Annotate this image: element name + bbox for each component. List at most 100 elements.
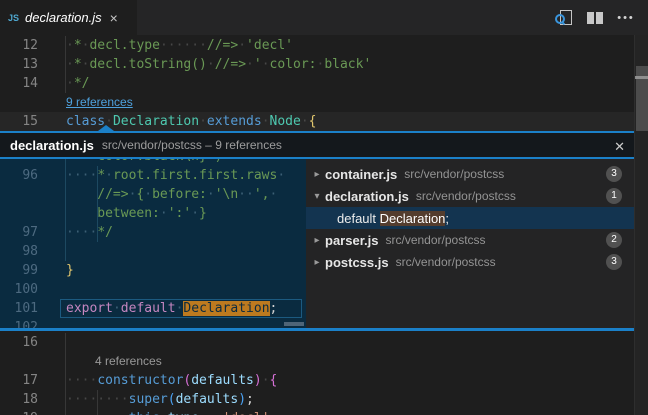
code-token: ; [246, 392, 254, 407]
line-number: 97 [0, 223, 38, 242]
chevron-collapsed-icon[interactable]: ▸ [311, 235, 323, 246]
tab-close-icon[interactable]: × [110, 11, 118, 25]
code-line: 96····*·root.first.first.raws· [0, 166, 306, 185]
code-token: ·· [238, 187, 254, 202]
code-token: Node [270, 114, 301, 129]
code-token: · [66, 38, 74, 53]
codelens-references-link[interactable]: 4 references [95, 352, 162, 371]
file-path: src/vendor/postcss [416, 189, 516, 203]
code-token: ········ [66, 392, 129, 407]
chevron-collapsed-icon[interactable]: ▸ [311, 169, 323, 180]
code-token: · [301, 114, 309, 129]
code-token: 'decl' [223, 411, 270, 415]
code-line: 102 [0, 318, 306, 328]
code-line: 100 [0, 280, 306, 299]
code-token: //=> [97, 187, 128, 202]
more-actions-icon[interactable]: ••• [617, 10, 635, 26]
peek-result-file-parser.js[interactable]: ▸parser.jssrc/vendor/postcss2 [306, 229, 634, 251]
code-token: ···· [66, 225, 97, 240]
code-token: · [66, 76, 74, 91]
code-line: 99} [0, 261, 306, 280]
code-token: * [74, 57, 82, 72]
code-token: ) [254, 373, 262, 388]
code-token: · [160, 206, 168, 221]
code-token: } [66, 263, 74, 278]
vscode-window: JS declaration.js × ••• 12·*·decl.type··… [0, 0, 648, 415]
code-token: type [168, 411, 199, 415]
code-token: · [207, 187, 215, 202]
peek-header: declaration.js src/vendor/postcss – 9 re… [0, 133, 634, 157]
codelens-references-link[interactable]: 9 references [66, 93, 133, 112]
code-token: ······ [160, 38, 207, 53]
references-peek-view: declaration.js src/vendor/postcss – 9 re… [0, 131, 634, 331]
chevron-collapsed-icon[interactable]: ▸ [311, 257, 323, 268]
current-line-border [60, 299, 302, 318]
code-token: //=> [207, 38, 238, 53]
code-token: * [97, 168, 105, 183]
code-token: · [262, 373, 270, 388]
code-token: · [207, 57, 215, 72]
reference-text: default Declaration; [337, 211, 449, 226]
code-line: 98 [0, 242, 306, 261]
peek-result-file-postcss.js[interactable]: ▸postcss.jssrc/vendor/postcss3 [306, 251, 634, 273]
code-token: · [262, 114, 270, 129]
line-number: 17 [0, 371, 38, 390]
peek-editor[interactable]: color:black\n}')96····*·root.first.first… [0, 159, 306, 328]
code-token: super [129, 392, 168, 407]
code-token: 'decl' [246, 38, 293, 53]
peek-title: declaration.js [10, 138, 94, 153]
split-editor-icon[interactable] [586, 10, 604, 26]
code-token: = [207, 411, 215, 415]
peek-result-file-declaration.js[interactable]: ▾declaration.jssrc/vendor/postcss1 [306, 185, 634, 207]
code-token: · [246, 57, 254, 72]
code-line: 101export·default·Declaration; [0, 299, 306, 318]
code-line: 12·*·decl.type······//=>·'decl' [0, 36, 634, 55]
code-token: */ [97, 225, 113, 240]
line-number: 15 [0, 112, 38, 131]
code-token: decl.type [89, 38, 159, 53]
code-token: constructor [97, 373, 183, 388]
chevron-expanded-icon[interactable]: ▾ [311, 191, 323, 202]
line-number: 14 [0, 74, 38, 93]
line-number: 13 [0, 55, 38, 74]
code-token: * [74, 38, 82, 53]
code-token: ( [168, 392, 176, 407]
editor-scrollbar[interactable] [634, 35, 648, 415]
editor-top[interactable]: 12·*·decl.type······//=>·'decl'13·*·decl… [0, 35, 634, 131]
search-in-document-icon[interactable] [555, 10, 573, 26]
code-token: defaults [176, 392, 239, 407]
tab-declaration-js[interactable]: JS declaration.js × [0, 0, 137, 35]
peek-close-icon[interactable]: ✕ [614, 135, 625, 159]
code-token: · [199, 114, 207, 129]
code-line: 15class·Declaration·extends·Node·{ [0, 112, 634, 131]
editor-bottom[interactable]: 164 references 17 ····constructor (defaults… [0, 331, 634, 415]
code-line: between:·':'·} [0, 204, 306, 223]
javascript-file-icon: JS [8, 13, 19, 23]
peek-result-reference[interactable]: default Declaration; [306, 207, 634, 229]
reference-count-badge: 1 [606, 188, 622, 204]
line-number: 19 [0, 409, 38, 415]
code-token: Declaration [113, 114, 199, 129]
code-token: ':' [168, 206, 191, 221]
peek-description: src/vendor/postcss – 9 references [102, 138, 282, 152]
code-line: 17····constructor(defaults)·{ [0, 371, 634, 390]
code-token: ···· [66, 168, 97, 183]
code-token: ) [238, 392, 246, 407]
code-token: before: [152, 187, 207, 202]
code-token: ···· [66, 373, 97, 388]
file-name: container.js [325, 167, 397, 182]
code-line: 16 [0, 333, 634, 352]
file-name: parser.js [325, 233, 379, 248]
code-token: ', [254, 187, 270, 202]
code-line: 13·*·decl.toString()·//=>·'·color:·black… [0, 55, 634, 74]
match-highlight: Declaration [380, 211, 446, 226]
code-line: //=>·{·before:·'\n··',· [0, 185, 306, 204]
editor-actions: ••• [555, 0, 635, 35]
peek-result-file-container.js[interactable]: ▸container.jssrc/vendor/postcss3 [306, 163, 634, 185]
code-token: ' [254, 57, 262, 72]
code-token: · [238, 38, 246, 53]
code-token: · [199, 411, 207, 415]
tab-bar: JS declaration.js × ••• [0, 0, 648, 35]
reference-count-badge: 3 [606, 254, 622, 270]
line-number: 101 [0, 299, 38, 318]
